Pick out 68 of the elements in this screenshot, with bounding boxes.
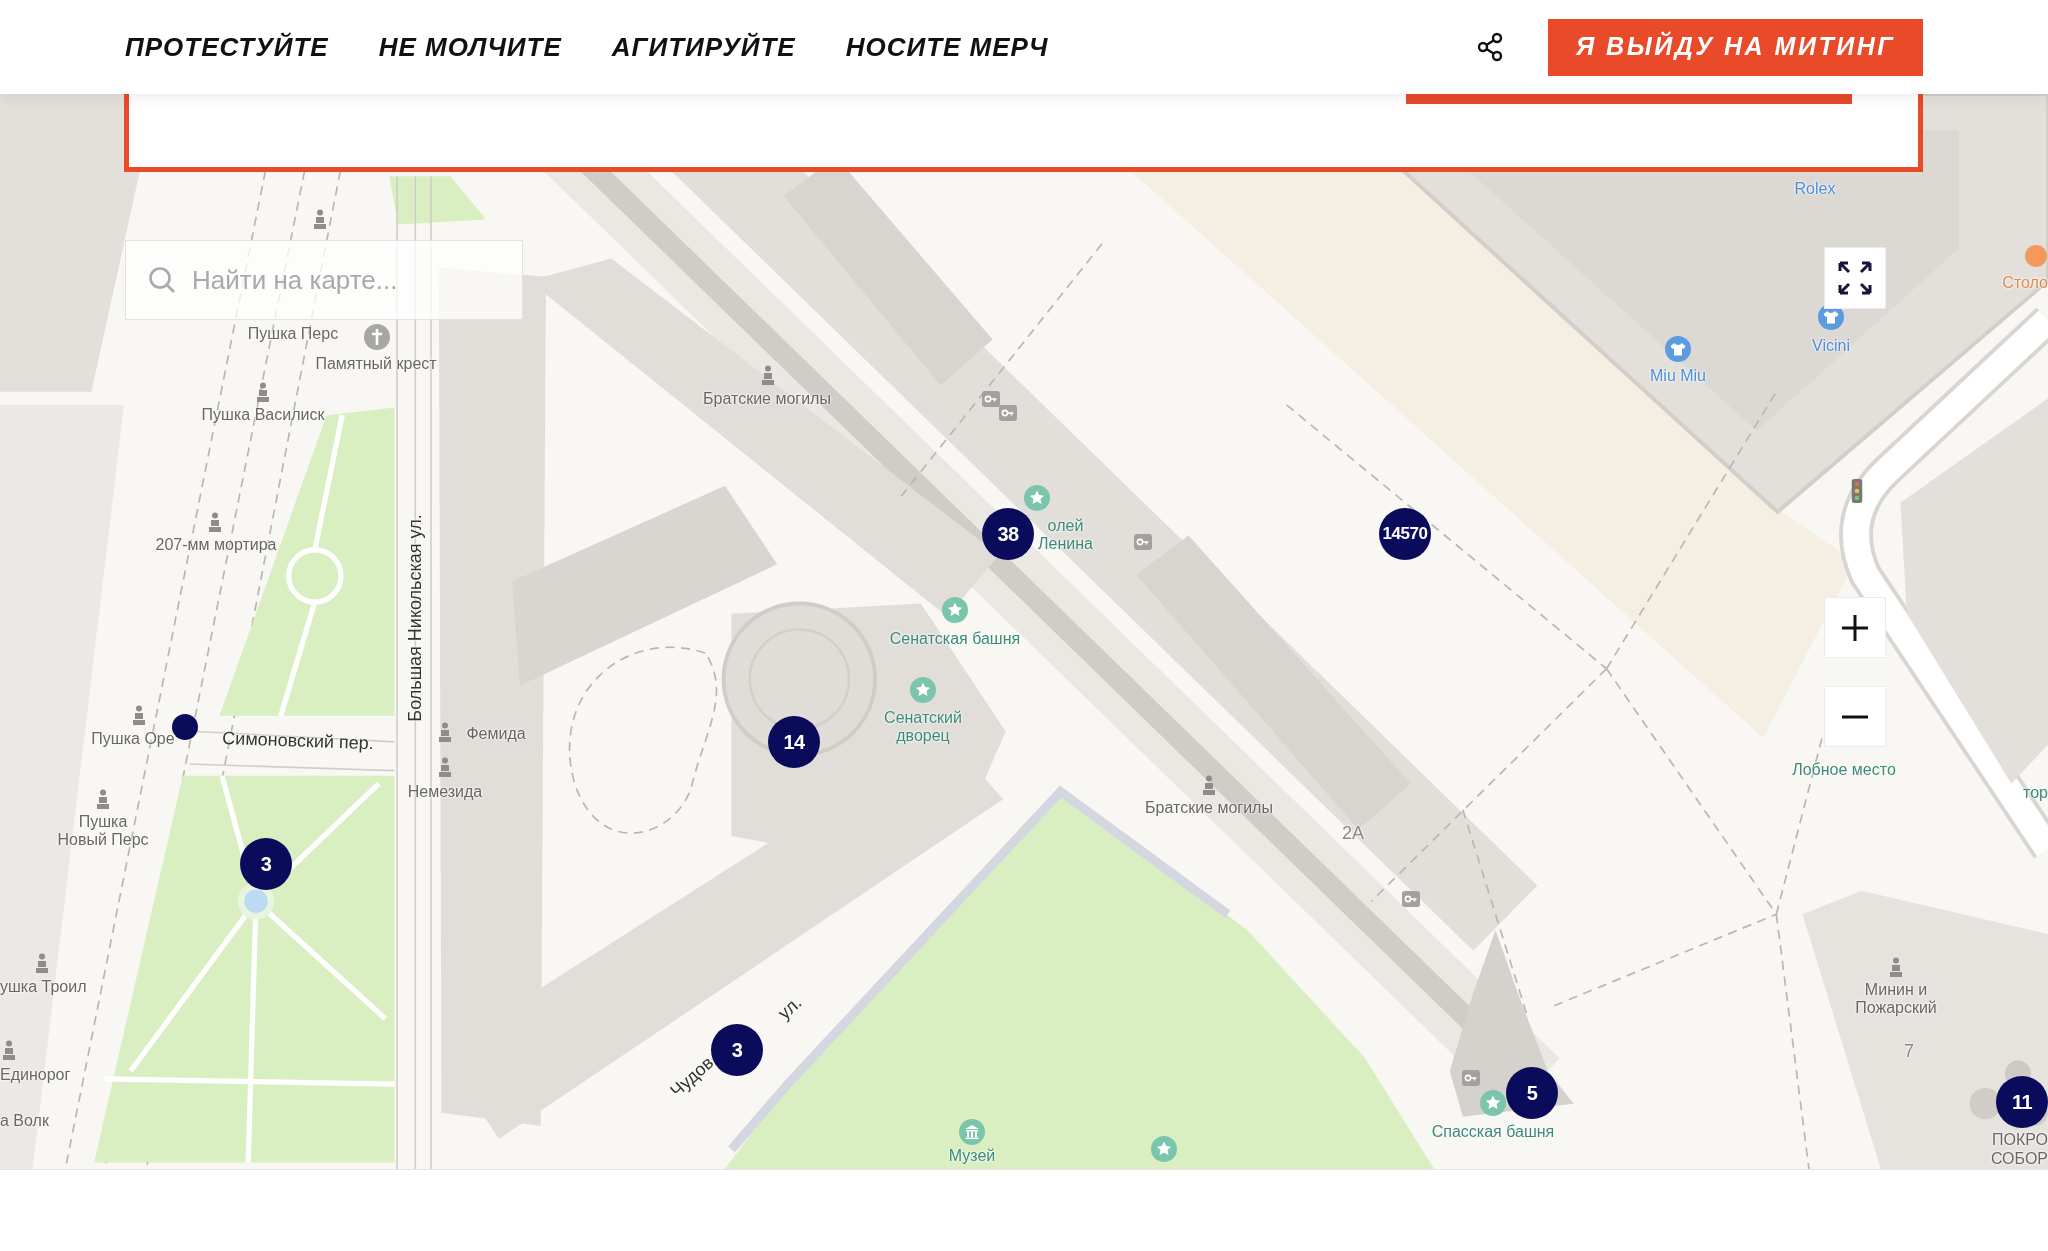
statue-icon (438, 757, 452, 777)
shop-label: Vicini (1812, 336, 1850, 356)
location-dot-icon[interactable] (172, 714, 198, 740)
shop-label: Miu Miu (1650, 366, 1706, 386)
landmark-label: Немезида (407, 782, 483, 802)
key-icon (1402, 891, 1420, 907)
place-marker-icon (2025, 245, 2047, 267)
attraction-label: Музей (948, 1146, 996, 1166)
landmark-label: Пушка Новый Перс (57, 812, 149, 850)
nav-link[interactable]: НОСИТЕ МЕРЧ (845, 27, 1049, 67)
landmark-label: ушка Троил (0, 977, 87, 997)
street-label: Большая Никольская ул. (404, 514, 426, 722)
landmark-label: Минин и Пожарский (1855, 980, 1937, 1018)
house-number: 7 (1904, 1040, 1914, 1062)
statue-icon (132, 705, 146, 725)
attraction-label: Спасская башня (1431, 1122, 1555, 1142)
statue-icon (35, 953, 49, 973)
key-icon (982, 391, 1000, 407)
zoom-out-button[interactable] (1824, 686, 1886, 747)
attraction-label: Сенатский дворец (884, 708, 962, 746)
search-field[interactable]: Найти на карте... (125, 240, 523, 320)
attraction-label: тор (2023, 783, 2048, 803)
nav-link[interactable]: ПРОТЕСТУЙТЕ (125, 27, 329, 67)
landmark-label: ПОКРО СОБОР (1990, 1131, 2048, 1168)
shop-label: Rolex (1794, 179, 1836, 199)
attraction-label: Сенатская башня (889, 629, 1021, 649)
statue-icon (438, 722, 452, 742)
statue-icon (2, 1040, 16, 1060)
statue-icon (256, 382, 270, 402)
landmark-label: Фемида (466, 724, 526, 744)
landmark-label: 207-мм мортира (155, 535, 277, 555)
statue-icon (761, 365, 775, 385)
traffic-light-icon (1851, 479, 1863, 503)
share-icon[interactable] (1476, 32, 1504, 62)
plus-icon (1841, 613, 1869, 642)
key-icon (1134, 534, 1152, 550)
museum-icon (959, 1119, 985, 1145)
rally-button[interactable]: Я ВЫЙДУ НА МИТИНГ (1548, 18, 1923, 76)
cafe-label: Столо (2002, 273, 2048, 293)
landmark-label: Братские могилы (703, 389, 831, 409)
landmark-label: Единорог (0, 1065, 71, 1085)
zoom-in-button[interactable] (1824, 597, 1886, 658)
statue-icon (313, 209, 327, 229)
statue-icon (1202, 775, 1216, 795)
landmark-label: Пушка Василиск (201, 405, 325, 425)
key-icon (999, 405, 1017, 421)
statue-icon (96, 789, 110, 809)
shirt-icon (1665, 336, 1691, 362)
fullscreen-button[interactable] (1824, 247, 1886, 309)
fullscreen-icon (1837, 260, 1873, 296)
landmark-label: а Волк (0, 1111, 49, 1131)
attraction-label: олей Ленина (1038, 516, 1093, 554)
landmark-label: Пушка Оре (91, 729, 175, 749)
street-label: ул. (774, 992, 806, 1024)
nav-link[interactable]: АГИТИРУЙТЕ (611, 27, 796, 67)
attraction-label: Лобное место (1792, 760, 1896, 780)
statue-icon (208, 512, 222, 532)
key-icon (1462, 1070, 1480, 1086)
nav-link[interactable]: НЕ МОЛЧИТЕ (378, 27, 562, 67)
landmark-label: Памятный крест (315, 354, 437, 374)
landmark-label: Пушка Перс (247, 324, 339, 344)
street-label: Симоновский пер. (221, 728, 375, 754)
landmark-label: Братские могилы (1145, 798, 1273, 818)
house-number: 2А (1342, 822, 1364, 844)
statue-icon (1889, 957, 1903, 977)
minus-icon (1841, 714, 1869, 719)
cross-icon (364, 324, 390, 350)
search-icon (147, 265, 177, 295)
